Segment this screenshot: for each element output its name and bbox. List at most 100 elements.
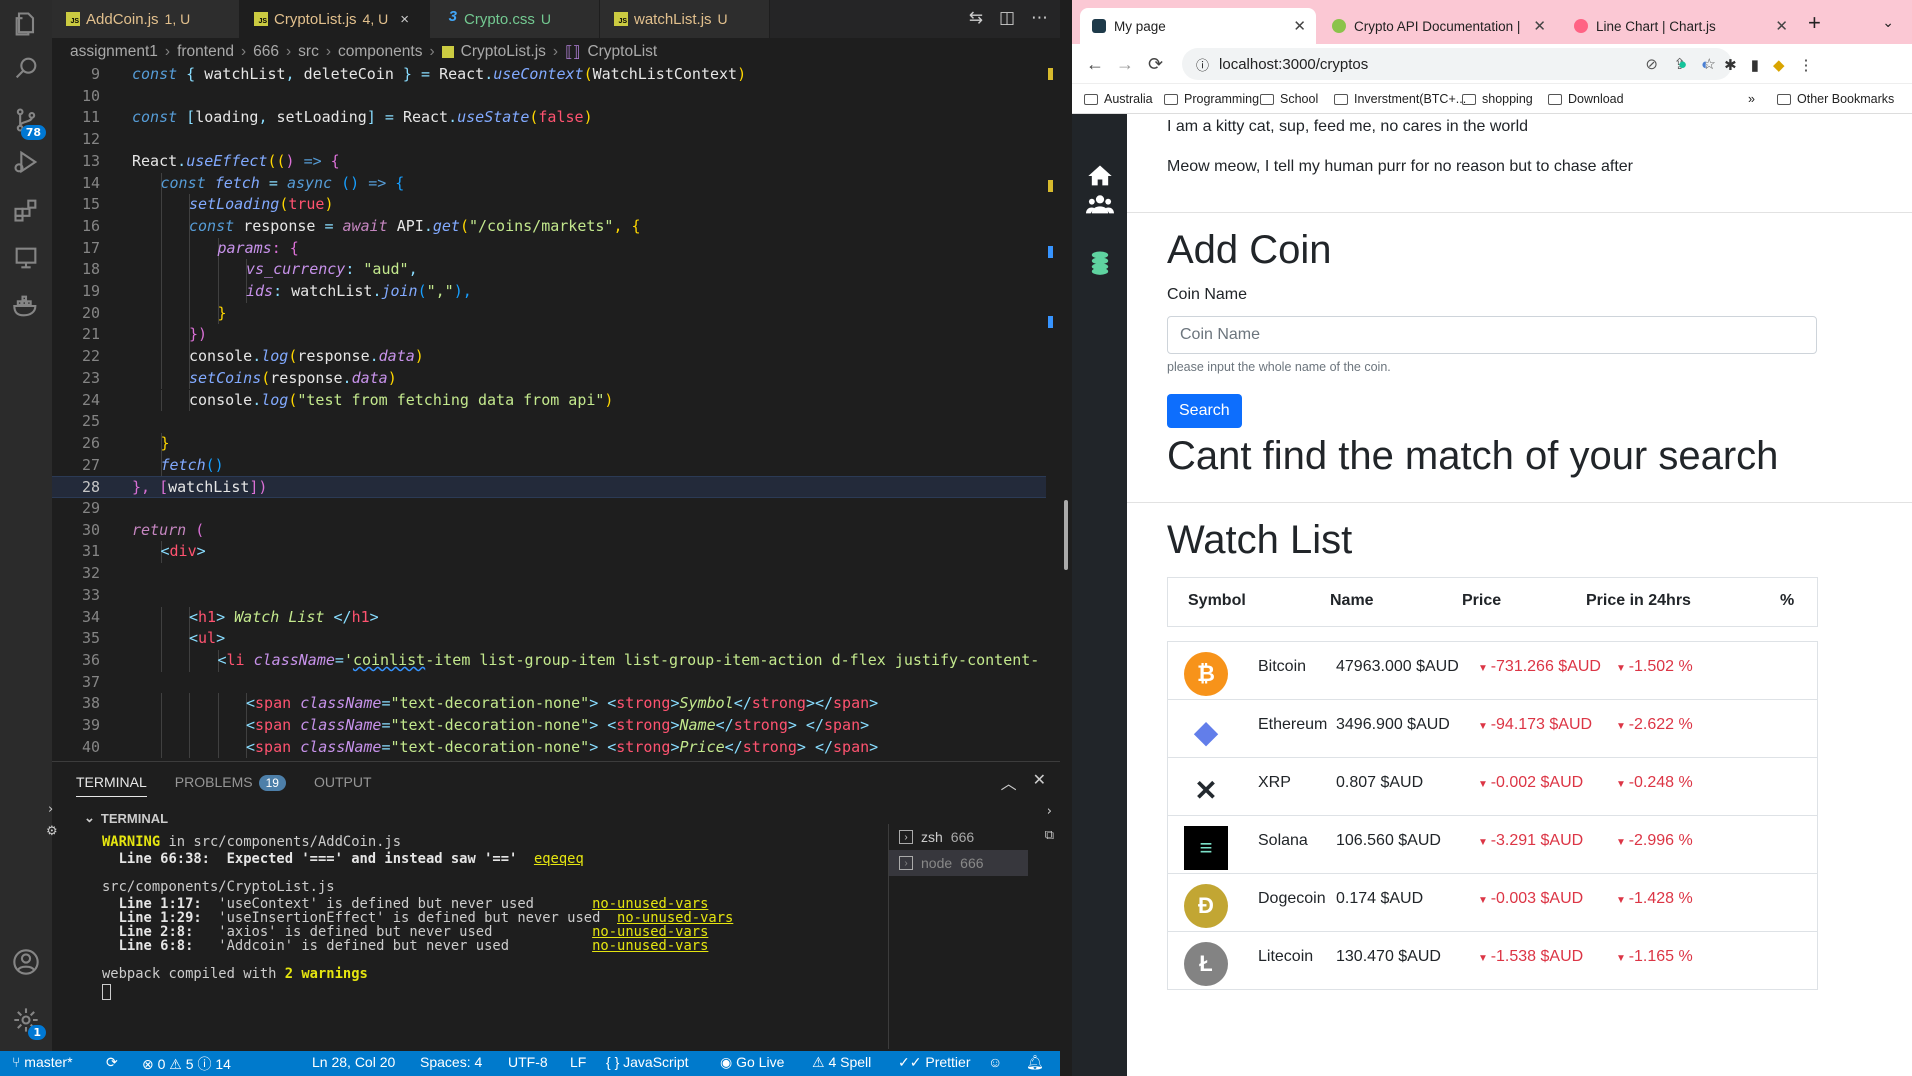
chevron-right-icon[interactable]: › [48, 802, 53, 817]
code-line[interactable]: 10 [52, 86, 1060, 108]
code-line[interactable]: 37 [52, 672, 1060, 694]
code-line[interactable]: 15 setLoading(true) [52, 194, 1060, 216]
chevron-right-icon[interactable]: › [1047, 804, 1052, 819]
bookmark-folder[interactable]: Inverstment(BTC+... [1334, 92, 1466, 106]
code-editor[interactable]: 9 const { watchList, deleteCoin } = React… [52, 66, 1060, 761]
breadcrumb-item[interactable]: assignment1 [70, 43, 158, 61]
other-bookmarks[interactable]: Other Bookmarks [1777, 92, 1894, 106]
code-line[interactable]: 35 <ul> [52, 628, 1060, 650]
source-control-icon[interactable]: 78 [8, 102, 46, 140]
feedback-icon[interactable]: ☺ [988, 1054, 1002, 1070]
extensions-icon[interactable] [8, 192, 44, 228]
close-tab-icon[interactable]: ✕ [1293, 17, 1306, 35]
coin-row[interactable]: Ð Dogecoin 0.174 $AUD ▼ -0.003 $AUD ▼ -1.428… [1167, 873, 1818, 932]
compare-changes-icon[interactable]: ⇆ [969, 8, 983, 28]
close-tab-icon[interactable]: ✕ [1533, 17, 1546, 35]
breadcrumb-item[interactable]: CryptoList.js [461, 43, 546, 61]
bookmark-folder[interactable]: Download [1548, 92, 1624, 106]
encoding[interactable]: UTF-8 [508, 1054, 548, 1070]
breadcrumb-item[interactable]: src [298, 43, 319, 61]
code-line[interactable]: 25 [52, 411, 1060, 433]
tab-watchlist[interactable]: JS watchList.js U [600, 0, 770, 38]
search-icon[interactable] [8, 50, 44, 86]
back-arrow-icon[interactable]: ← [1086, 54, 1104, 75]
code-line[interactable]: 32 [52, 563, 1060, 585]
browser-tab-my-page[interactable]: My page ✕ [1080, 8, 1316, 44]
bookmark-folder[interactable]: School [1260, 92, 1318, 106]
close-tab-icon[interactable]: ✕ [1775, 17, 1788, 35]
coin-row[interactable]: ◆ Ethereum 3496.900 $AUD ▼ -94.173 $AUD ▼ -2… [1167, 699, 1818, 758]
tracking-protection-icon[interactable]: ⊘ [1645, 55, 1658, 73]
breadcrumb-item[interactable]: CryptoList [587, 43, 657, 61]
code-line[interactable]: 30 return ( [52, 520, 1060, 542]
code-line[interactable]: 39 <span className="text-decoration-none"… [52, 715, 1060, 737]
code-line[interactable]: 11 const [loading, setLoading] = React.us… [52, 107, 1060, 129]
editor-scrollbar[interactable] [1046, 66, 1060, 761]
settings-gear-icon[interactable]: 1 [8, 1002, 46, 1040]
code-line[interactable]: 34 <h1> Watch List </h1> [52, 606, 1060, 629]
users-icon[interactable] [1086, 190, 1114, 218]
prettier-indicator[interactable]: ✓✓ Prettier [898, 1054, 970, 1071]
bookmark-folder[interactable]: shopping [1462, 92, 1533, 106]
bookmark-folder[interactable]: Australia [1084, 92, 1153, 106]
code-line[interactable]: 13 React.useEffect(() => { [52, 151, 1060, 173]
coin-row[interactable]: ✕ XRP 0.807 $AUD ▼ -0.002 $AUD ▼ -0.248 % [1167, 757, 1818, 816]
indentation[interactable]: Spaces: 4 [420, 1054, 482, 1070]
code-line[interactable]: 16 const response = await API.get("/coins… [52, 215, 1060, 238]
terminal-session-zsh[interactable]: › zsh 666 [889, 824, 1028, 850]
address-bar[interactable]: ⓘ localhost:3000/cryptos ⊘ ⇪ ☆ [1182, 48, 1732, 80]
explorer-icon[interactable] [8, 6, 44, 42]
terminal-session-node[interactable]: › node 666 [889, 850, 1028, 876]
notifications-bell-icon[interactable]: 🔔︎ [1026, 1054, 1044, 1071]
reload-icon[interactable]: ⟳ [1148, 54, 1163, 75]
new-tab-plus-icon[interactable]: + [1808, 10, 1821, 36]
accounts-icon[interactable] [8, 944, 44, 980]
coin-row[interactable]: Ł Litecoin 130.470 $AUD ▼ -1.538 $AUD ▼ -1.1… [1167, 931, 1818, 990]
code-line[interactable]: 21}) [52, 324, 1060, 347]
tab-addcoin[interactable]: JS AddCoin.js 1, U [52, 0, 240, 38]
breadcrumb-item[interactable]: 666 [253, 43, 279, 61]
code-line[interactable]: 33 [52, 585, 1060, 607]
search-button[interactable]: Search [1167, 394, 1242, 428]
code-line[interactable]: 19 ids: watchList.join(","), [52, 281, 1060, 303]
code-line[interactable]: 26} [52, 432, 1060, 455]
code-line[interactable]: 40 <span className="text-decoration-none"… [52, 736, 1060, 759]
code-line[interactable]: 9 const { watchList, deleteCoin } = React… [52, 66, 1060, 86]
forward-arrow-icon[interactable]: → [1116, 54, 1134, 75]
grammarly-icon[interactable]: ● [1678, 56, 1687, 74]
split-editor-icon[interactable]: ◫ [999, 8, 1015, 28]
puzzle-extensions-icon[interactable]: ✱ [1724, 56, 1737, 74]
language-mode[interactable]: { } JavaScript [606, 1054, 689, 1070]
profile-avatar[interactable]: ◆ [1773, 56, 1785, 74]
coin-row[interactable]: ₿ Bitcoin 47963.000 $AUD ▼ -731.266 $AUD ▼ -… [1167, 641, 1818, 700]
new-terminal-icon[interactable]: ⧉ [1045, 828, 1054, 843]
tab-problems[interactable]: PROBLEMS 19 [175, 774, 286, 791]
sync-icon[interactable]: ⟳ [106, 1054, 118, 1071]
tab-crypto-css[interactable]: 3 Crypto.css U [430, 0, 600, 38]
extension-icon[interactable]: ◐ [1701, 56, 1710, 74]
lint-rule-link[interactable]: no-unused-vars [592, 938, 708, 954]
code-line[interactable]: 18 vs_currency: "aud", [52, 259, 1060, 281]
bookmark-folder[interactable]: Programming [1164, 92, 1259, 106]
code-line[interactable]: 17 params: { [52, 237, 1060, 260]
maximize-panel-icon[interactable]: ︿ [1001, 770, 1017, 794]
cursor-position[interactable]: Ln 28, Col 20 [312, 1054, 395, 1070]
coin-row[interactable]: ≡ Solana 106.560 $AUD ▼ -3.291 $AUD ▼ -2.996… [1167, 815, 1818, 874]
lint-rule-link[interactable]: eqeqeq [534, 851, 584, 867]
coin-name-input[interactable]: Coin Name [1167, 316, 1817, 354]
code-line[interactable]: 12 [52, 129, 1060, 151]
terminal-output[interactable]: WARNING in src/components/AddCoin.js Lin… [102, 824, 932, 1049]
spell-indicator[interactable]: ⚠ 4 Spell [812, 1054, 871, 1071]
tab-cryptolist[interactable]: JS CryptoList.js 4, U × [240, 0, 430, 38]
code-line[interactable]: 31 <div> [52, 541, 1060, 564]
more-actions-icon[interactable]: ⋯ [1031, 8, 1048, 28]
site-info-icon[interactable]: ⓘ [1196, 55, 1209, 74]
code-line[interactable]: 14 const fetch = async () => { [52, 172, 1060, 195]
more-bookmarks[interactable]: » [1748, 92, 1755, 106]
branch-indicator[interactable]: ⑂ master* [12, 1054, 73, 1070]
home-icon[interactable] [1086, 162, 1114, 190]
line-ending[interactable]: LF [570, 1054, 586, 1070]
close-icon[interactable]: × [400, 11, 409, 28]
code-line[interactable]: 22 console.log(response.data) [52, 346, 1060, 368]
code-line[interactable]: 29 [52, 498, 1060, 520]
